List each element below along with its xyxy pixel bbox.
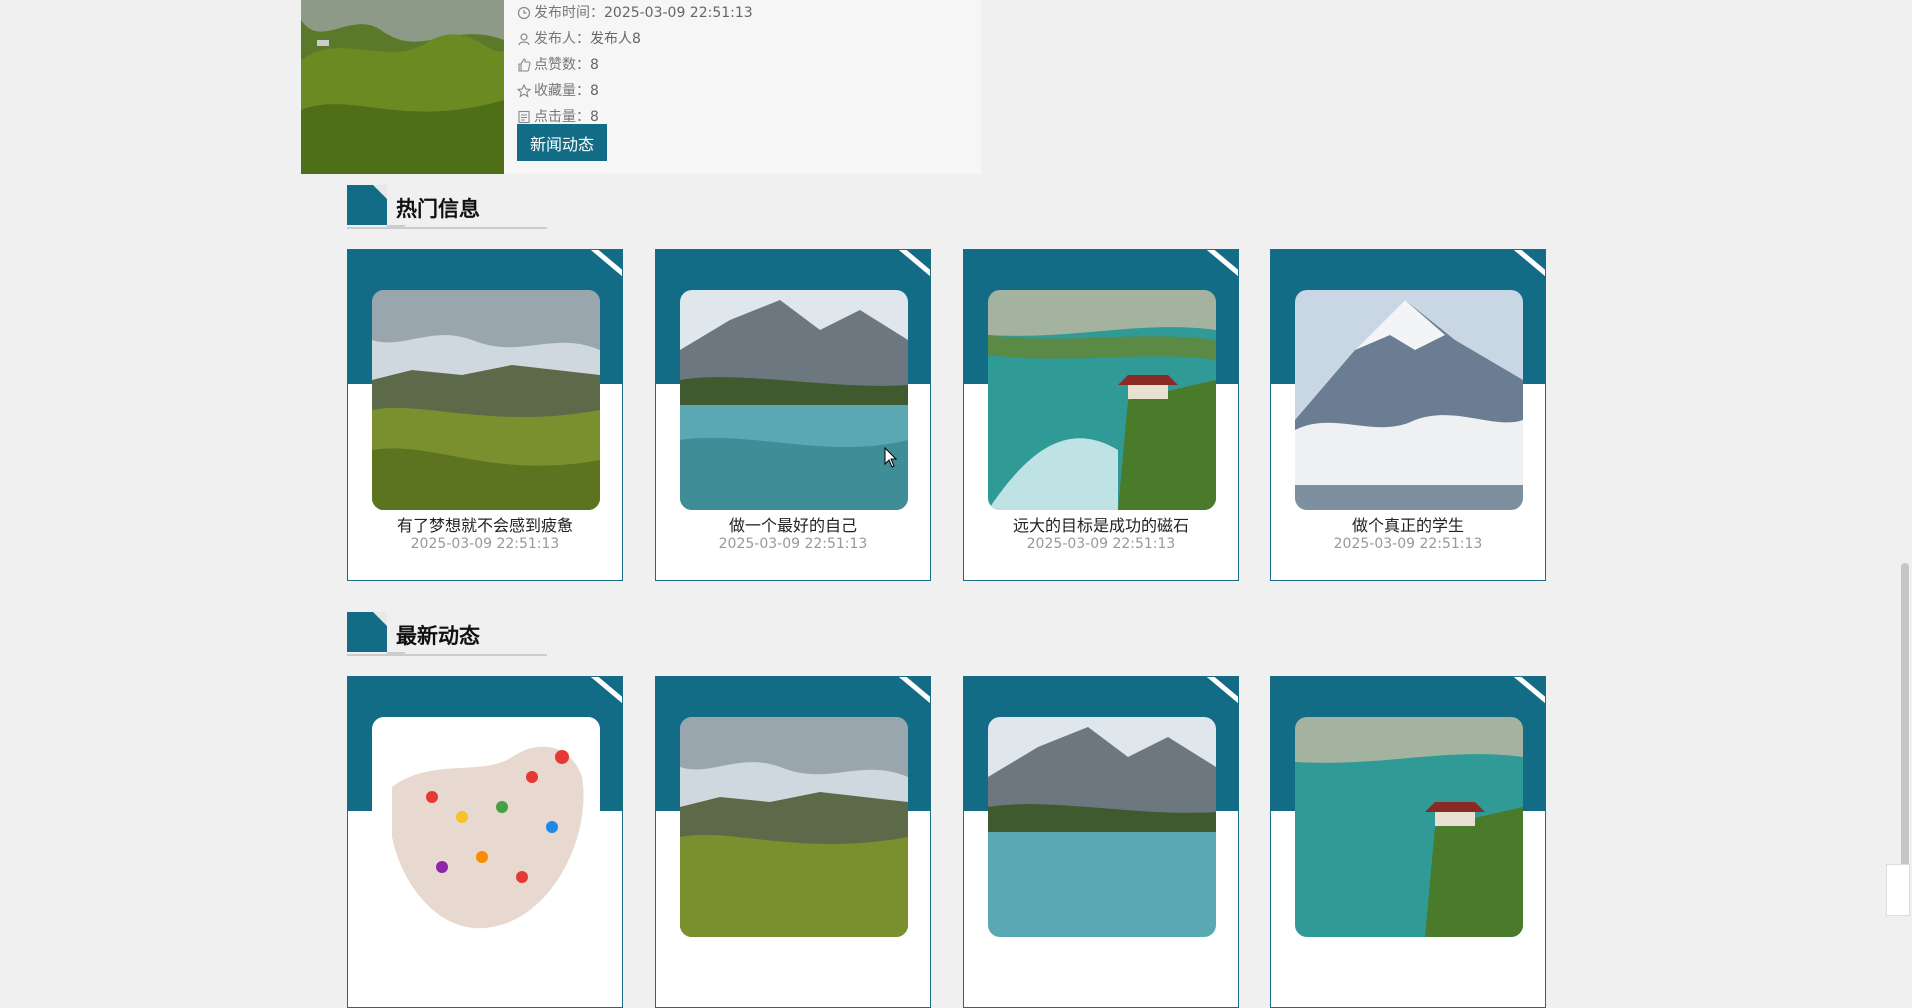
page-scrollbar[interactable]	[1898, 0, 1912, 916]
hot-card-date: 2025-03-09 22:51:13	[1026, 536, 1176, 552]
hot-section-title: 热门信息	[396, 197, 480, 221]
hot-card-3[interactable]: 远大的目标是成功的磁石 2025-03-09 22:51:13	[963, 249, 1239, 581]
likes-value: 8	[590, 57, 599, 73]
hot-card-image[interactable]	[988, 290, 1216, 510]
hot-card-image[interactable]	[1295, 290, 1523, 510]
hot-card-1[interactable]: 有了梦想就不会感到疲惫 2025-03-09 22:51:13	[347, 249, 623, 581]
hot-card-image[interactable]	[372, 290, 600, 510]
latest-card-1[interactable]	[347, 676, 623, 1008]
document-icon	[517, 110, 531, 124]
section-underline	[347, 227, 547, 229]
likes-label: 点赞数：	[534, 57, 590, 73]
hot-card-title[interactable]: 远大的目标是成功的磁石	[964, 512, 1238, 536]
latest-section-title: 最新动态	[396, 624, 480, 648]
likes-row: 点赞数： 8	[517, 52, 967, 78]
favorites-label: 收藏量：	[534, 83, 590, 99]
star-icon	[516, 83, 532, 98]
thumbs-up-icon	[517, 58, 531, 72]
favorites-row: 收藏量： 8	[516, 78, 967, 104]
latest-card-3[interactable]	[963, 676, 1239, 1008]
hot-card-title[interactable]: 有了梦想就不会感到疲惫	[348, 512, 622, 536]
news-thumbnail[interactable]	[301, 0, 504, 174]
publish-time-label: 发布时间：	[534, 5, 604, 21]
clicks-value: 8	[590, 109, 599, 125]
news-meta: 发布时间： 2025-03-09 22:51:13 发布人： 发布人8 点赞数：…	[516, 0, 967, 130]
publish-time-value: 2025-03-09 22:51:13	[604, 5, 753, 21]
clock-icon	[517, 6, 531, 20]
hot-card-date: 2025-03-09 22:51:13	[410, 536, 560, 552]
hot-card-title[interactable]: 做个真正的学生	[1271, 512, 1545, 536]
user-icon	[517, 32, 531, 46]
floating-widget[interactable]	[1886, 864, 1910, 916]
hot-card-title[interactable]: 做一个最好的自己	[656, 512, 930, 536]
publish-time-row: 发布时间： 2025-03-09 22:51:13	[517, 0, 967, 26]
latest-card-image[interactable]	[372, 717, 600, 937]
favorites-value: 8	[590, 83, 599, 99]
publisher-row: 发布人： 发布人8	[517, 26, 967, 52]
latest-card-2[interactable]	[655, 676, 931, 1008]
publisher-value: 发布人8	[590, 31, 641, 47]
latest-card-image[interactable]	[988, 717, 1216, 937]
hot-card-image[interactable]	[680, 290, 908, 510]
hot-card-date: 2025-03-09 22:51:13	[718, 536, 868, 552]
hot-card-date: 2025-03-09 22:51:13	[1333, 536, 1483, 552]
hot-card-2[interactable]: 做一个最好的自己 2025-03-09 22:51:13	[655, 249, 931, 581]
news-category-button[interactable]: 新闻动态	[517, 124, 607, 161]
latest-card-image[interactable]	[680, 717, 908, 937]
section-underline	[347, 654, 547, 656]
latest-section-header: 最新动态	[347, 612, 547, 658]
hot-section-header: 热门信息	[347, 185, 547, 231]
news-card: 发布时间： 2025-03-09 22:51:13 发布人： 发布人8 点赞数：…	[301, 0, 981, 174]
clicks-label: 点击量：	[534, 109, 590, 125]
publisher-label: 发布人：	[534, 31, 590, 47]
latest-card-4[interactable]	[1270, 676, 1546, 1008]
hot-card-4[interactable]: 做个真正的学生 2025-03-09 22:51:13	[1270, 249, 1546, 581]
scrollbar-thumb[interactable]	[1901, 563, 1909, 903]
section-flag-icon	[347, 185, 387, 225]
section-flag-icon	[347, 612, 387, 652]
latest-card-image[interactable]	[1295, 717, 1523, 937]
